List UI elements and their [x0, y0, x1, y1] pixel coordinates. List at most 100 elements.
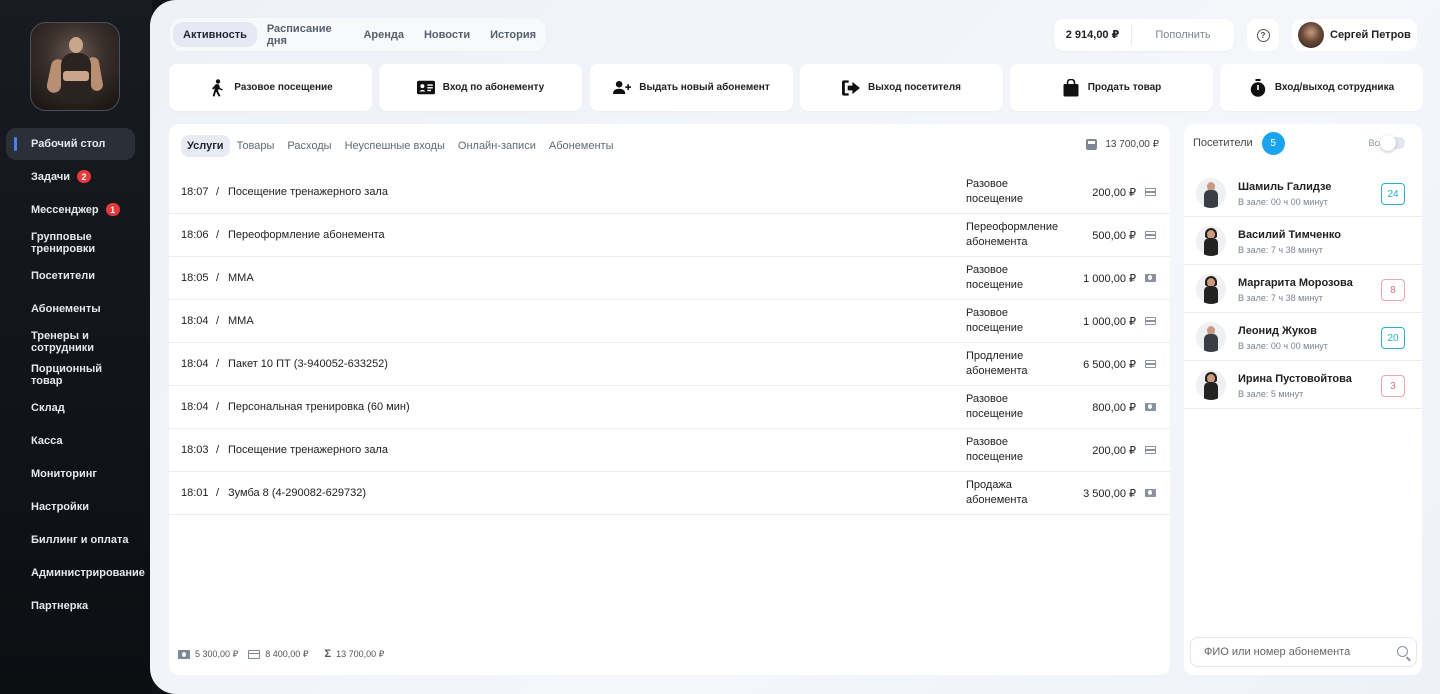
- row-amount: 6 500,00 ₽: [1083, 358, 1136, 371]
- list-item[interactable]: Василий Тимченко В зале: 7 ч 38 минут: [1184, 217, 1422, 265]
- sidebar-item-subscriptions[interactable]: Абонементы: [6, 292, 135, 325]
- user-name: Сергей Петров: [1330, 29, 1411, 41]
- row-amount: 500,00 ₽: [1092, 229, 1136, 242]
- visitor-time-in-gym: В зале: 7 ч 38 минут: [1238, 245, 1323, 255]
- visitor-exit-button[interactable]: Выход посетителя: [800, 64, 1003, 111]
- list-item[interactable]: Маргарита Морозова В зале: 7 ч 38 минут 8: [1184, 265, 1422, 313]
- logo-figure-band: [63, 71, 89, 81]
- table-row[interactable]: 18:06 / Переоформление абонемента Переоформ…: [169, 214, 1170, 257]
- activity-tabs: Услуги Товары Расходы Неуспешные входы О…: [181, 135, 621, 157]
- tab-online-bookings[interactable]: Онлайн-записи: [452, 135, 542, 157]
- list-item[interactable]: Шамиль Галидзе В зале: 00 ч 00 минут 24: [1184, 169, 1422, 217]
- tab-services[interactable]: Услуги: [181, 135, 230, 157]
- visitors-count-badge: 5: [1261, 131, 1285, 155]
- table-row[interactable]: 18:03 / Посещение тренажерного зала Разовое…: [169, 429, 1170, 472]
- row-time: 18:05: [181, 272, 209, 284]
- sidebar-item-messenger[interactable]: Мессенджер 1: [6, 193, 135, 226]
- tab-goods[interactable]: Товары: [231, 135, 281, 157]
- search-input[interactable]: [1204, 646, 1384, 658]
- sidebar-item-group-trainings[interactable]: Групповые тренировки: [6, 226, 116, 259]
- row-separator: /: [216, 358, 220, 370]
- new-subscription-button[interactable]: Выдать новый абонемент: [590, 64, 793, 111]
- visitors-title: Посетители: [1193, 137, 1253, 149]
- activity-total: 13 700,00 ₽: [1086, 139, 1159, 150]
- tab-activity[interactable]: Активность: [173, 22, 257, 47]
- sidebar-item-visitors[interactable]: Посетители: [6, 259, 135, 292]
- tab-news[interactable]: Новости: [414, 22, 480, 47]
- avatar: [1298, 22, 1324, 48]
- single-visit-button[interactable]: Разовое посещение: [169, 64, 372, 111]
- subscription-entry-button[interactable]: Вход по абонементу: [379, 64, 582, 111]
- row-separator: /: [216, 186, 220, 198]
- visitor-time-in-gym: В зале: 00 ч 00 минут: [1238, 197, 1328, 207]
- sidebar-item-label: Тренеры и сотрудники: [31, 329, 95, 354]
- row-service-name: MMA: [228, 315, 254, 327]
- table-row[interactable]: 18:05 / MMA Разовое посещение 1 000,00 ₽: [169, 257, 1170, 300]
- sidebar-item-monitoring[interactable]: Мониторинг: [6, 457, 135, 490]
- list-item[interactable]: Леонид Жуков В зале: 00 ч 00 минут 20: [1184, 313, 1422, 361]
- tab-failed-entries[interactable]: Неуспешные входы: [339, 135, 451, 157]
- table-row[interactable]: 18:04 / Пакет 10 ПТ (3-940052-633252) Продл…: [169, 343, 1170, 386]
- sidebar-item-settings[interactable]: Настройки: [6, 490, 135, 523]
- staff-entry-exit-button[interactable]: Вход/выход сотрудника: [1220, 64, 1423, 111]
- balance-value: 2 914,00 ₽: [1054, 25, 1132, 45]
- all-visitors-toggle[interactable]: [1380, 135, 1405, 151]
- club-logo[interactable]: [30, 22, 120, 111]
- tab-history[interactable]: История: [480, 22, 546, 47]
- avatar: [1196, 226, 1226, 256]
- sidebar-item-tasks[interactable]: Задачи 2: [6, 160, 135, 193]
- sidebar-item-administration[interactable]: Администрирование: [6, 556, 146, 589]
- topup-button[interactable]: Пополнить: [1132, 29, 1234, 41]
- row-service-name: Персональная тренировка (60 мин): [228, 401, 410, 413]
- visitor-search: [1190, 637, 1417, 667]
- card-icon: [1145, 446, 1156, 454]
- sidebar: Рабочий стол Задачи 2 Мессенджер 1 Группов…: [0, 0, 152, 694]
- sell-goods-button[interactable]: Продать товар: [1010, 64, 1213, 111]
- table-row[interactable]: 18:07 / Посещение тренажерного зала Разовое…: [169, 171, 1170, 214]
- row-time: 18:06: [181, 229, 209, 241]
- visitor-name: Маргарита Морозова: [1238, 277, 1353, 289]
- sidebar-item-billing[interactable]: Биллинг и оплата: [6, 523, 135, 556]
- card-total: 8 400,00 ₽: [265, 648, 309, 659]
- visitor-name: Леонид Жуков: [1238, 325, 1317, 337]
- row-amount: 1 000,00 ₽: [1083, 315, 1136, 328]
- visitor-name: Ирина Пустовойтова: [1238, 373, 1352, 385]
- table-row[interactable]: 18:04 / Персональная тренировка (60 мин) Ра…: [169, 386, 1170, 429]
- row-service-name: Посещение тренажерного зала: [228, 444, 388, 456]
- sidebar-item-partners[interactable]: Партнерка: [6, 589, 135, 622]
- visits-left-badge: 24: [1381, 183, 1405, 205]
- table-row[interactable]: 18:04 / MMA Разовое посещение 1 000,00 ₽: [169, 300, 1170, 343]
- sidebar-item-cashbox[interactable]: Касса: [6, 424, 135, 457]
- sidebar-nav: Рабочий стол Задачи 2 Мессенджер 1 Группов…: [0, 128, 152, 622]
- visitors-header: Посетители 5: [1193, 131, 1285, 155]
- row-operation-type: Разовое посещение: [966, 436, 1024, 463]
- list-item[interactable]: Ирина Пустовойтова В зале: 5 минут 3: [1184, 361, 1422, 409]
- row-amount: 3 500,00 ₽: [1083, 487, 1136, 500]
- sum-total: 13 700,00 ₽: [336, 648, 385, 659]
- sidebar-item-trainers[interactable]: Тренеры и сотрудники: [6, 325, 106, 358]
- sidebar-item-desktop[interactable]: Рабочий стол: [6, 128, 135, 160]
- row-service-name: Зумба 8 (4-290082-629732): [228, 487, 367, 499]
- tab-schedule[interactable]: Расписание дня: [257, 22, 354, 47]
- quick-actions: Разовое посещение Вход по абонементу Выд…: [169, 64, 1424, 111]
- card-icon: [248, 649, 261, 659]
- cash-icon: [1145, 274, 1156, 282]
- user-menu[interactable]: Сергей Петров: [1292, 19, 1417, 51]
- table-row[interactable]: 18:01 / Зумба 8 (4-290082-629732) Продажа а…: [169, 472, 1170, 515]
- search-icon[interactable]: [1397, 646, 1408, 657]
- sidebar-item-portion-goods[interactable]: Порционный товар: [6, 358, 106, 391]
- help-button[interactable]: ?: [1247, 19, 1279, 51]
- activity-list: 18:07 / Посещение тренажерного зала Разовое…: [169, 171, 1170, 515]
- row-service-name: Посещение тренажерного зала: [228, 186, 388, 198]
- sidebar-item-label: Рабочий стол: [31, 138, 106, 150]
- tab-expenses[interactable]: Расходы: [281, 135, 337, 157]
- tab-rent[interactable]: Аренда: [353, 22, 414, 47]
- avatar: [1196, 322, 1226, 352]
- visitor-name: Шамиль Галидзе: [1238, 181, 1332, 193]
- tab-subscriptions[interactable]: Абонементы: [543, 135, 620, 157]
- sidebar-item-warehouse[interactable]: Склад: [6, 391, 135, 424]
- row-amount: 1 000,00 ₽: [1083, 272, 1136, 285]
- row-operation-type: Продажа абонемента: [966, 479, 1028, 506]
- row-amount: 200,00 ₽: [1092, 186, 1136, 199]
- row-separator: /: [216, 401, 220, 413]
